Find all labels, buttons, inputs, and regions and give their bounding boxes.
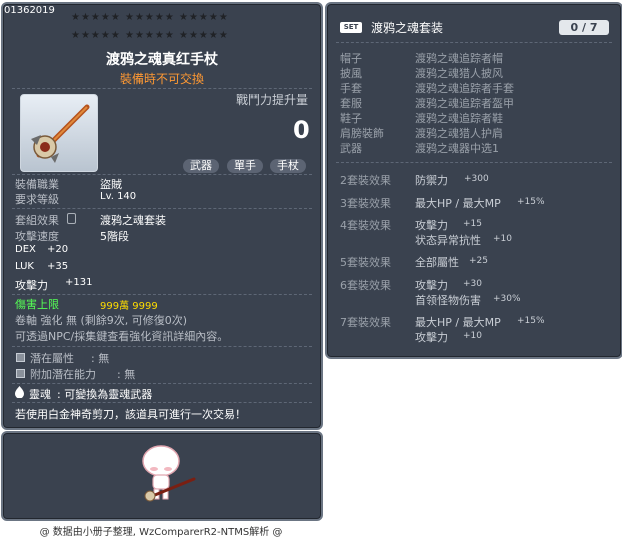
stat-luk-value: +35 [47,261,69,272]
tag-weapon: 武器 [183,159,219,173]
set-effect-6-value: +30 [463,279,482,289]
level-value: Lv. 140 [100,191,137,202]
set-effect-2-value: +300 [464,174,489,184]
set-effect-4-stat: 状态异常抗性 [415,234,481,247]
set-effect-4-stat: 攻擊力 [415,219,448,232]
set-effect-3-label: 3套裝效果 [340,197,391,210]
set-piece-name: 渡鸦之魂追踪者盔甲 [415,97,514,110]
soul-value: : 可變換為靈魂武器 [57,388,153,401]
potential-label: 潛在屬性 [30,352,74,365]
speed-value: 5階段 [100,230,129,243]
potential-checkbox [16,353,25,362]
staff-icon [31,104,90,163]
trade-restriction: 裝備時不可交換 [119,72,204,86]
item-tooltip-panel: 01362019 ★★★★★ ★★★★★ ★★★★★ ★★★★★ ★★★★★ ★… [1,2,323,430]
item-title: 渡鸦之魂真红手杖 [106,52,218,68]
set-piece-name: 渡鸦之魂追踪者帽 [415,52,503,65]
set-piece-name: 渡鸦之魂追踪者鞋 [415,112,503,125]
potential-value: : 無 [91,352,110,365]
soul-label: 靈魂 [29,388,51,401]
set-effect-6-value: +30% [493,294,521,304]
set-piece-slot: 鞋子 [340,112,362,125]
item-icon-frame [20,94,98,172]
set-piece-slot: 武器 [340,142,362,155]
power-label: 戰鬥力提升量 [236,93,309,107]
set-piece-name: 渡鸦之魂追踪者手套 [415,82,514,95]
set-effect-5-stat: 全部屬性 [415,256,459,269]
bonus-potential-value: : 無 [117,368,136,381]
bonus-potential-checkbox [16,369,25,378]
power-value: 0 [293,116,310,144]
set-effect-value: 渡鸦之魂套装 [100,214,166,227]
footer-credit: @ 数据由小册子整理, WzComparerR2-NTMS解析 @ [39,527,283,538]
set-count: 0 / 7 [559,20,609,35]
set-piece-slot: 披風 [340,67,362,80]
damage-cap-value: 999萬 9999 [100,301,158,312]
set-effect-4-value: +15 [463,219,482,229]
stat-attack-value: +131 [65,277,93,288]
job-label: 裝備職業 [15,178,59,191]
set-effect-5-label: 5套裝效果 [340,256,391,269]
stat-luk-name: LUK [15,261,34,272]
set-effect-3-stat: 最大HP / 最大MP [415,197,501,210]
set-effect-4-label: 4套裝效果 [340,219,391,232]
set-effect-5-value: +25 [469,256,488,266]
speed-label: 攻擊速度 [15,230,59,243]
set-piece-slot: 套服 [340,97,362,110]
set-piece-name: 渡鸦之魂猎人披风 [415,67,503,80]
set-badge: SET [340,22,362,33]
set-effect-7-stat: 最大HP / 最大MP [415,316,501,329]
set-tooltip-panel: SET 渡鸦之魂套装 0 / 7 帽子 渡鸦之魂追踪者帽 披風 渡鸦之魂猎人披风… [325,2,622,359]
scroll-info: 卷軸 強化 無 (剩餘9次, 可修復0次) [15,314,188,327]
character-preview-panel [1,431,323,521]
set-effect-label: 套組效果 [15,214,59,227]
stat-attack-name: 攻擊力 [15,279,48,292]
stat-dex-value: +20 [47,244,69,255]
tag-cane: 手杖 [270,159,306,173]
level-label: 要求等級 [15,193,59,206]
job-value: 盜賊 [100,178,122,191]
damage-cap-label: 傷害上限 [15,298,59,311]
npc-info: 可透過NPC/採集鍵查看強化資訊詳細內容。 [15,330,229,343]
lock-icon [67,213,76,224]
set-effect-7-value: +15% [517,316,545,326]
set-effect-2-stat: 防禦力 [415,174,448,187]
set-piece-name: 渡鸦之魂器中选1 [415,142,499,155]
set-effect-6-stat: 攻擊力 [415,279,448,292]
character-icon [142,445,196,502]
stat-dex-name: DEX [15,244,36,255]
set-effect-2-label: 2套裝效果 [340,174,391,187]
set-piece-slot: 手套 [340,82,362,95]
star-row-1: ★★★★★ ★★★★★ ★★★★★ [71,12,229,23]
set-effect-7-value: +10 [463,331,482,341]
set-effect-6-stat: 首领怪物伤害 [415,294,481,307]
set-piece-slot: 肩膀裝飾 [340,127,384,140]
set-effect-7-stat: 攻擊力 [415,331,448,344]
set-piece-name: 渡鸦之魂猎人护肩 [415,127,503,140]
set-piece-slot: 帽子 [340,52,362,65]
star-row-2: ★★★★★ ★★★★★ ★★★★★ [71,30,229,41]
set-effect-4-value: +10 [493,234,512,244]
item-id: 01362019 [4,5,55,16]
set-effect-7-label: 7套裝效果 [340,316,391,329]
bonus-potential-label: 附加潛在能力 [30,368,96,381]
soul-icon [15,386,24,398]
set-title: 渡鸦之魂套装 [371,21,444,35]
set-effect-3-value: +15% [517,197,545,207]
set-effect-6-label: 6套裝效果 [340,279,391,292]
scissor-info: 若使用白金神奇剪刀，該道具可進行一次交易！ [15,408,246,421]
tag-one-handed: 單手 [227,159,263,173]
